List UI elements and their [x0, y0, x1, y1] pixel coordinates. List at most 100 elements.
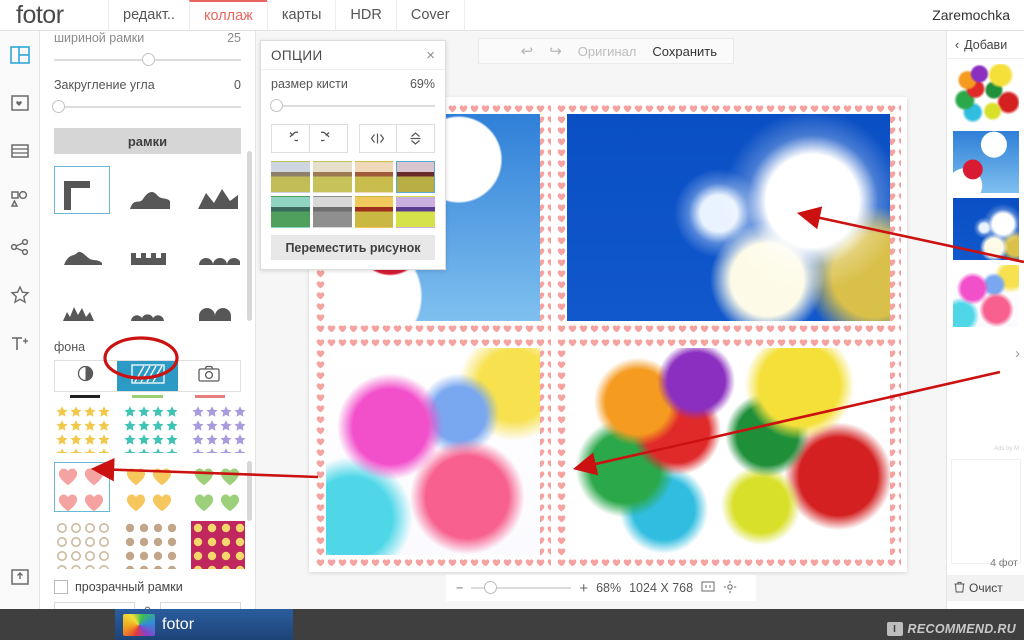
- slider-track: [54, 106, 241, 108]
- photo-thumb-sky[interactable]: [952, 131, 1019, 193]
- left-panel-scrollbar-lower[interactable]: [247, 461, 252, 521]
- pattern-beige-rings[interactable]: [54, 520, 110, 570]
- pattern-green-hearts[interactable]: [190, 462, 246, 512]
- frame-shape-arch-frame[interactable]: [190, 278, 246, 326]
- transparent-frame-checkbox[interactable]: [54, 580, 68, 594]
- add-photos-back-button[interactable]: ‹ Добави: [947, 31, 1024, 59]
- text-icon[interactable]: [0, 319, 40, 367]
- original-button[interactable]: Оригинал: [578, 44, 637, 59]
- photo-thumb-pastel[interactable]: [952, 265, 1019, 327]
- effect-thumb-1[interactable]: [271, 161, 310, 193]
- collage-layout-icon[interactable]: [0, 31, 40, 79]
- frame-shape-castle-frame[interactable]: [122, 222, 178, 270]
- collage-cell-image[interactable]: [567, 114, 890, 321]
- undo-button[interactable]: [272, 125, 309, 152]
- photo-tab[interactable]: [178, 361, 240, 391]
- flip-vertical-button[interactable]: [396, 125, 434, 152]
- zoom-slider-knob[interactable]: [484, 581, 498, 594]
- frame-shape-scallop-frame[interactable]: [190, 222, 246, 270]
- fit-screen-icon[interactable]: [701, 580, 715, 596]
- share-icon[interactable]: [0, 223, 40, 271]
- pattern-tab-underline: [132, 395, 163, 398]
- corner-radius-slider[interactable]: [51, 98, 241, 116]
- flip-horizontal-button[interactable]: [360, 125, 397, 152]
- canvas-undo-icon[interactable]: ↩: [521, 42, 534, 60]
- photo-frame-icon[interactable]: [0, 79, 40, 127]
- zoom-out-button[interactable]: −: [456, 581, 463, 595]
- save-button[interactable]: Сохранить: [652, 44, 717, 59]
- zoom-in-button[interactable]: +: [579, 580, 588, 597]
- collage-cell-pastel-balloons[interactable]: [315, 337, 552, 566]
- watermark-badge: I: [886, 622, 903, 636]
- canvas-toolbar: ↩ ↪ Оригинал Сохранить: [478, 38, 734, 64]
- solid-color-tab[interactable]: [55, 361, 117, 391]
- frame-shape-grass-frame[interactable]: [54, 278, 110, 326]
- effect-thumb-4[interactable]: [396, 161, 435, 193]
- effect-thumb-5[interactable]: [271, 196, 310, 228]
- zoom-slider[interactable]: [471, 581, 572, 595]
- account-username[interactable]: Zaremochka: [918, 0, 1024, 30]
- canvas-height-input[interactable]: 768: [160, 602, 241, 609]
- nav-tab-label: карты: [281, 7, 322, 23]
- close-icon[interactable]: ×: [426, 48, 435, 63]
- frames-button[interactable]: рамки: [54, 128, 241, 154]
- trash-icon: [954, 581, 965, 596]
- border-width-label: шириной рамки: [54, 31, 145, 45]
- pattern-purple-stars[interactable]: [190, 404, 246, 454]
- nav-tab-4[interactable]: Cover: [395, 0, 464, 30]
- frame-shape-cloud-frame[interactable]: [122, 278, 178, 326]
- slider-knob[interactable]: [269, 99, 283, 112]
- collage-cell-image[interactable]: [567, 348, 890, 555]
- frame-shape-wave-frame[interactable]: [122, 166, 178, 214]
- nav-tab-2[interactable]: карты: [266, 0, 336, 30]
- effect-thumb-8[interactable]: [396, 196, 435, 228]
- pattern-pink-hearts[interactable]: [54, 462, 110, 512]
- pattern-yellow-stars[interactable]: [54, 404, 110, 454]
- collage-cell-color-balloons[interactable]: [556, 337, 901, 566]
- clear-all-button[interactable]: Очист: [947, 575, 1024, 601]
- nav-tab-3[interactable]: HDR: [335, 0, 396, 30]
- pattern-pastel-dots[interactable]: [122, 520, 178, 570]
- stripes-icon[interactable]: [0, 127, 40, 175]
- pattern-teal-stars[interactable]: [122, 404, 178, 454]
- move-picture-button[interactable]: Переместить рисунок: [271, 235, 435, 260]
- redo-button[interactable]: [308, 125, 347, 152]
- frame-shape-mountain-frame[interactable]: [190, 166, 246, 214]
- center-icon[interactable]: [723, 580, 737, 597]
- photo-thumb-dandelion[interactable]: [952, 198, 1019, 260]
- cloud-frame-icon: [131, 314, 164, 321]
- frame-shape-corner-frame[interactable]: [54, 166, 110, 214]
- canvas-width-input[interactable]: 1024: [54, 602, 135, 609]
- photo-thumb-balloons[interactable]: [952, 64, 1019, 126]
- shapes-icon[interactable]: [0, 175, 40, 223]
- brush-size-slider[interactable]: [269, 97, 435, 115]
- pattern-tab[interactable]: [116, 361, 179, 391]
- nav-tab-0[interactable]: редакт..: [108, 0, 189, 30]
- collage-cell-dandelion[interactable]: [556, 103, 901, 332]
- slider-knob[interactable]: [141, 53, 155, 66]
- effect-thumb-2[interactable]: [312, 161, 352, 193]
- effect-thumb-3[interactable]: [354, 161, 394, 193]
- slider-knob[interactable]: [51, 100, 65, 113]
- chevron-right-icon[interactable]: ›: [1015, 345, 1020, 362]
- border-width-slider[interactable]: [54, 51, 241, 69]
- background-tabs: [54, 360, 241, 392]
- collage-cell-image[interactable]: [326, 348, 541, 555]
- right-photo-panel: ‹ Добави › Ads by M 4 фот Очист: [946, 31, 1024, 609]
- effect-thumb-7[interactable]: [354, 196, 394, 228]
- taskbar-fotor-item[interactable]: fotor: [115, 609, 293, 640]
- export-icon[interactable]: [0, 553, 40, 601]
- solid-color-icon: [77, 365, 94, 387]
- canvas-redo-icon[interactable]: ↪: [549, 42, 562, 60]
- app-logo[interactable]: fotor: [0, 0, 108, 30]
- nav-tab-1[interactable]: коллаж: [188, 0, 267, 30]
- left-panel-scrollbar[interactable]: [247, 151, 252, 321]
- transparent-frame-row[interactable]: прозрачный рамки: [54, 580, 241, 594]
- options-panel-title: ОПЦИИ: [271, 48, 323, 63]
- pattern-yellow-hearts[interactable]: [122, 462, 178, 512]
- pattern-magenta-dots[interactable]: [190, 520, 246, 570]
- ad-slot[interactable]: [951, 459, 1021, 564]
- effect-thumb-6[interactable]: [312, 196, 352, 228]
- frame-shape-hill-frame[interactable]: [54, 222, 110, 270]
- sticker-star-icon[interactable]: [0, 271, 40, 319]
